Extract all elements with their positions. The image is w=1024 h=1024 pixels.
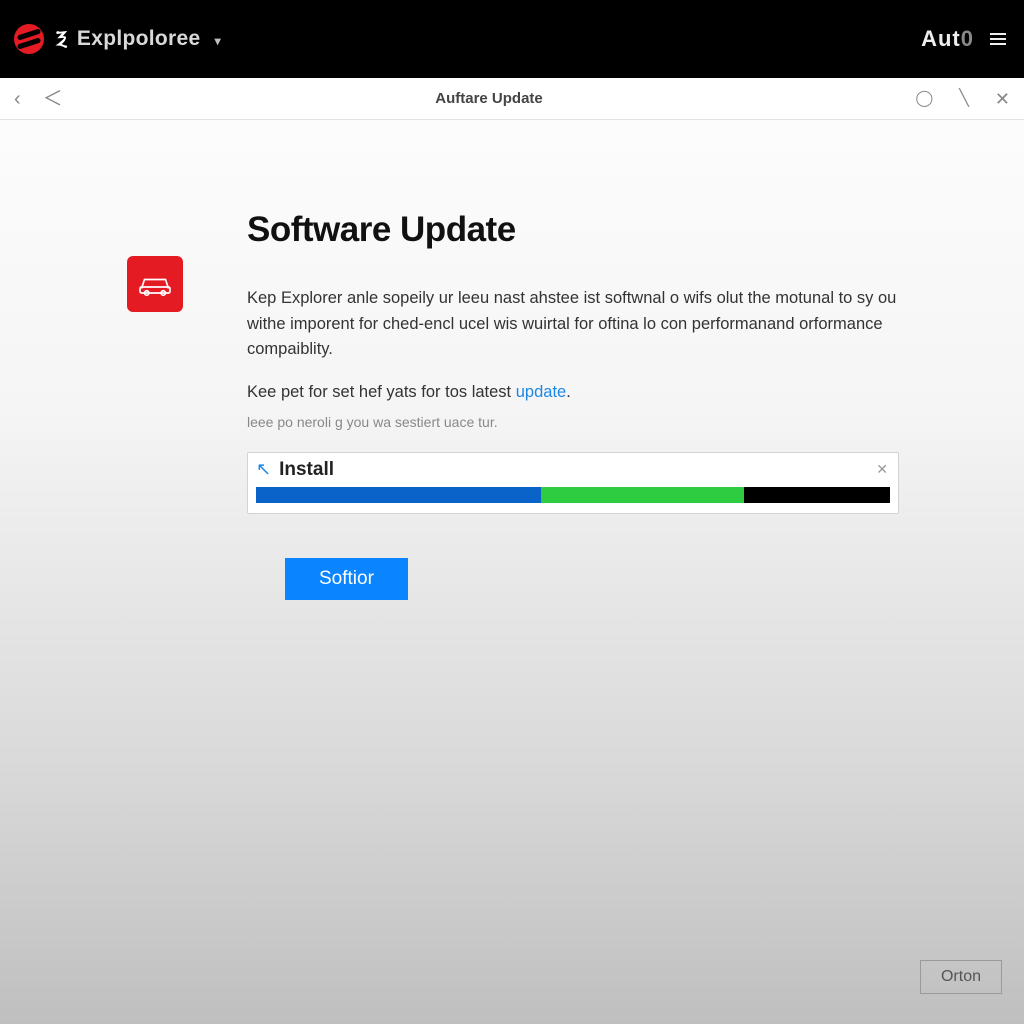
back-icon[interactable]: ‹	[14, 89, 21, 109]
update-subtext: Kee pet for set hef yats for tos latest …	[247, 383, 899, 402]
secondary-navbar: ‹ ＜ Auftare Update ◯ ╲ ✕	[0, 78, 1024, 120]
topbar-right-label-zero: 0	[961, 26, 974, 51]
install-progressbar	[256, 487, 890, 503]
brand-name-text: Explpoloree	[77, 27, 201, 50]
slash-icon[interactable]: ╲	[959, 91, 969, 107]
update-note: leee po neroli g you wa sestiert uace tu…	[247, 414, 899, 430]
car-update-icon	[127, 256, 183, 312]
install-arrow-icon: ↖	[256, 460, 271, 478]
update-description: Kep Explorer anle sopeily ur leeu nast a…	[247, 286, 899, 363]
brand-logo-icon	[14, 24, 44, 54]
primary-action-button[interactable]: Softior	[285, 558, 408, 600]
brand-cluster: Ⲝ Explpoloree ▾	[14, 24, 221, 54]
update-subtext-prefix: Kee pet for set hef yats for tos latest	[247, 383, 516, 401]
close-icon[interactable]: ✕	[995, 90, 1010, 108]
install-label: Install	[279, 459, 334, 481]
topbar-right-label-text: Aut	[921, 26, 961, 51]
topbar-right-label: Aut0	[921, 26, 974, 52]
chevron-down-icon: ▾	[215, 34, 221, 48]
navbar-title: Auftare Update	[63, 90, 916, 107]
update-link[interactable]: update	[516, 383, 566, 401]
progress-segment-blue	[256, 487, 541, 503]
footer-button[interactable]: Orton	[920, 960, 1002, 994]
update-card: Software Update Kep Explorer anle sopeil…	[127, 210, 897, 600]
menu-icon[interactable]	[990, 33, 1006, 45]
install-close-icon[interactable]: ✕	[874, 461, 890, 478]
brand-mark-icon: Ⲝ	[56, 28, 67, 51]
page-title: Software Update	[247, 210, 899, 250]
update-subtext-suffix: .	[566, 383, 571, 401]
brand-name[interactable]: Explpoloree ▾	[77, 27, 221, 51]
progress-segment-green	[541, 487, 744, 503]
topbar-right-cluster: Aut0	[921, 26, 1006, 52]
back-alt-icon[interactable]: ＜	[43, 89, 63, 109]
install-panel: ↖ Install ✕	[247, 452, 899, 514]
circle-icon[interactable]: ◯	[915, 91, 933, 107]
app-topbar: Ⲝ Explpoloree ▾ Aut0	[0, 0, 1024, 78]
